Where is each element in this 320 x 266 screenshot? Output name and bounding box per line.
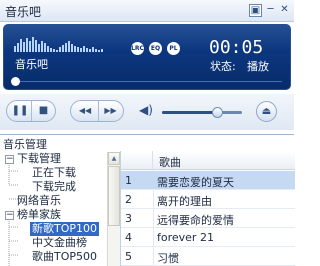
equalizer-icon[interactable]: EQ	[149, 42, 162, 55]
tree-item-charts[interactable]: 榜单家族	[17, 208, 61, 222]
table-row[interactable]: 5 习惯	[121, 247, 295, 266]
status-label: 状态:	[210, 60, 236, 73]
volume-icon[interactable]: ◀)	[139, 103, 155, 119]
song-title: 需要恋爱的夏天	[157, 176, 234, 189]
seek-bar[interactable]	[14, 81, 282, 82]
eject-button[interactable]: ⏏	[256, 101, 277, 122]
player-display: 音乐吧 LRC EQ PL 00:05 状态: 播放	[3, 24, 291, 90]
time-display: 00:05	[209, 37, 264, 58]
scroll-thumb[interactable]	[108, 166, 120, 226]
song-list: 歌曲 1 需要恋爱的夏天 2 离开的理由 3 远得要命的爱情 4 forever…	[120, 151, 295, 266]
song-title: 远得要命的爱情	[157, 214, 234, 227]
next-button[interactable]: ▶▶	[98, 101, 122, 121]
stop-button[interactable]: ■	[31, 101, 55, 121]
tree-item-downloading[interactable]: 正在下载	[32, 166, 76, 180]
title-bar: 音乐吧 ▣ ─ ✕	[0, 0, 294, 22]
song-number: 1	[125, 174, 132, 187]
track-controls: ◀◀ ▶▶	[70, 100, 124, 122]
tree-item-chinese-hits[interactable]: 中文金曲榜	[32, 236, 87, 250]
track-name: 音乐吧	[15, 58, 48, 71]
pause-button[interactable]: ❚❚	[8, 101, 32, 121]
table-row[interactable]: 3 远得要命的爱情	[121, 209, 295, 228]
table-row[interactable]: 4 forever 21	[121, 228, 295, 247]
menu-icon[interactable]: ▣	[249, 4, 262, 17]
tree-item-download-complete[interactable]: 下载完成	[32, 180, 76, 194]
tree-item-download-manager[interactable]: 下载管理	[17, 152, 61, 166]
song-title: 习惯	[157, 252, 179, 265]
spectrum-visualizer	[14, 34, 112, 52]
status-value: 播放	[247, 60, 269, 73]
seek-handle[interactable]	[11, 77, 20, 86]
tree-scrollbar[interactable]: ▲	[107, 152, 120, 266]
tree-item-new-songs-top100[interactable]: 新歌TOP100	[30, 222, 100, 236]
minimize-icon[interactable]: ─	[264, 4, 277, 17]
playlist-icon[interactable]: PL	[167, 42, 180, 55]
section-title: 音乐管理	[3, 138, 47, 151]
music-management-header: 音乐管理	[0, 134, 294, 151]
song-list-header: 歌曲	[121, 151, 295, 170]
song-number: 4	[125, 231, 132, 244]
volume-slider[interactable]	[162, 111, 242, 114]
control-bar: ❚❚ ■ ◀◀ ▶▶ ◀) ⏏	[0, 94, 294, 130]
song-number: 2	[125, 193, 132, 206]
volume-level	[162, 111, 218, 114]
previous-button[interactable]: ◀◀	[73, 101, 97, 121]
lyrics-icon[interactable]: LRC	[131, 42, 144, 55]
song-number: 3	[125, 212, 132, 225]
table-row[interactable]: 1 需要恋爱的夏天	[121, 171, 295, 190]
close-icon[interactable]: ✕	[278, 4, 291, 17]
scroll-up-icon[interactable]: ▲	[108, 152, 120, 165]
category-tree: − 下载管理 正在下载 下载完成 网络音乐 − 榜单家族 新歌TOP100 中文…	[0, 151, 120, 266]
song-number: 5	[125, 250, 132, 263]
collapse-charts-icon[interactable]: −	[5, 211, 14, 220]
tree-item-songs-top500[interactable]: 歌曲TOP500	[32, 250, 97, 264]
window-title: 音乐吧	[5, 5, 42, 19]
song-title: 离开的理由	[157, 195, 212, 208]
tree-item-online-music[interactable]: 网络音乐	[17, 194, 61, 208]
table-row[interactable]: 2 离开的理由	[121, 190, 295, 209]
collapse-download-icon[interactable]: −	[5, 155, 14, 164]
volume-handle[interactable]	[212, 107, 223, 118]
song-title: forever 21	[157, 231, 214, 244]
play-controls: ❚❚ ■	[6, 100, 56, 122]
column-header-song[interactable]: 歌曲	[159, 154, 181, 170]
